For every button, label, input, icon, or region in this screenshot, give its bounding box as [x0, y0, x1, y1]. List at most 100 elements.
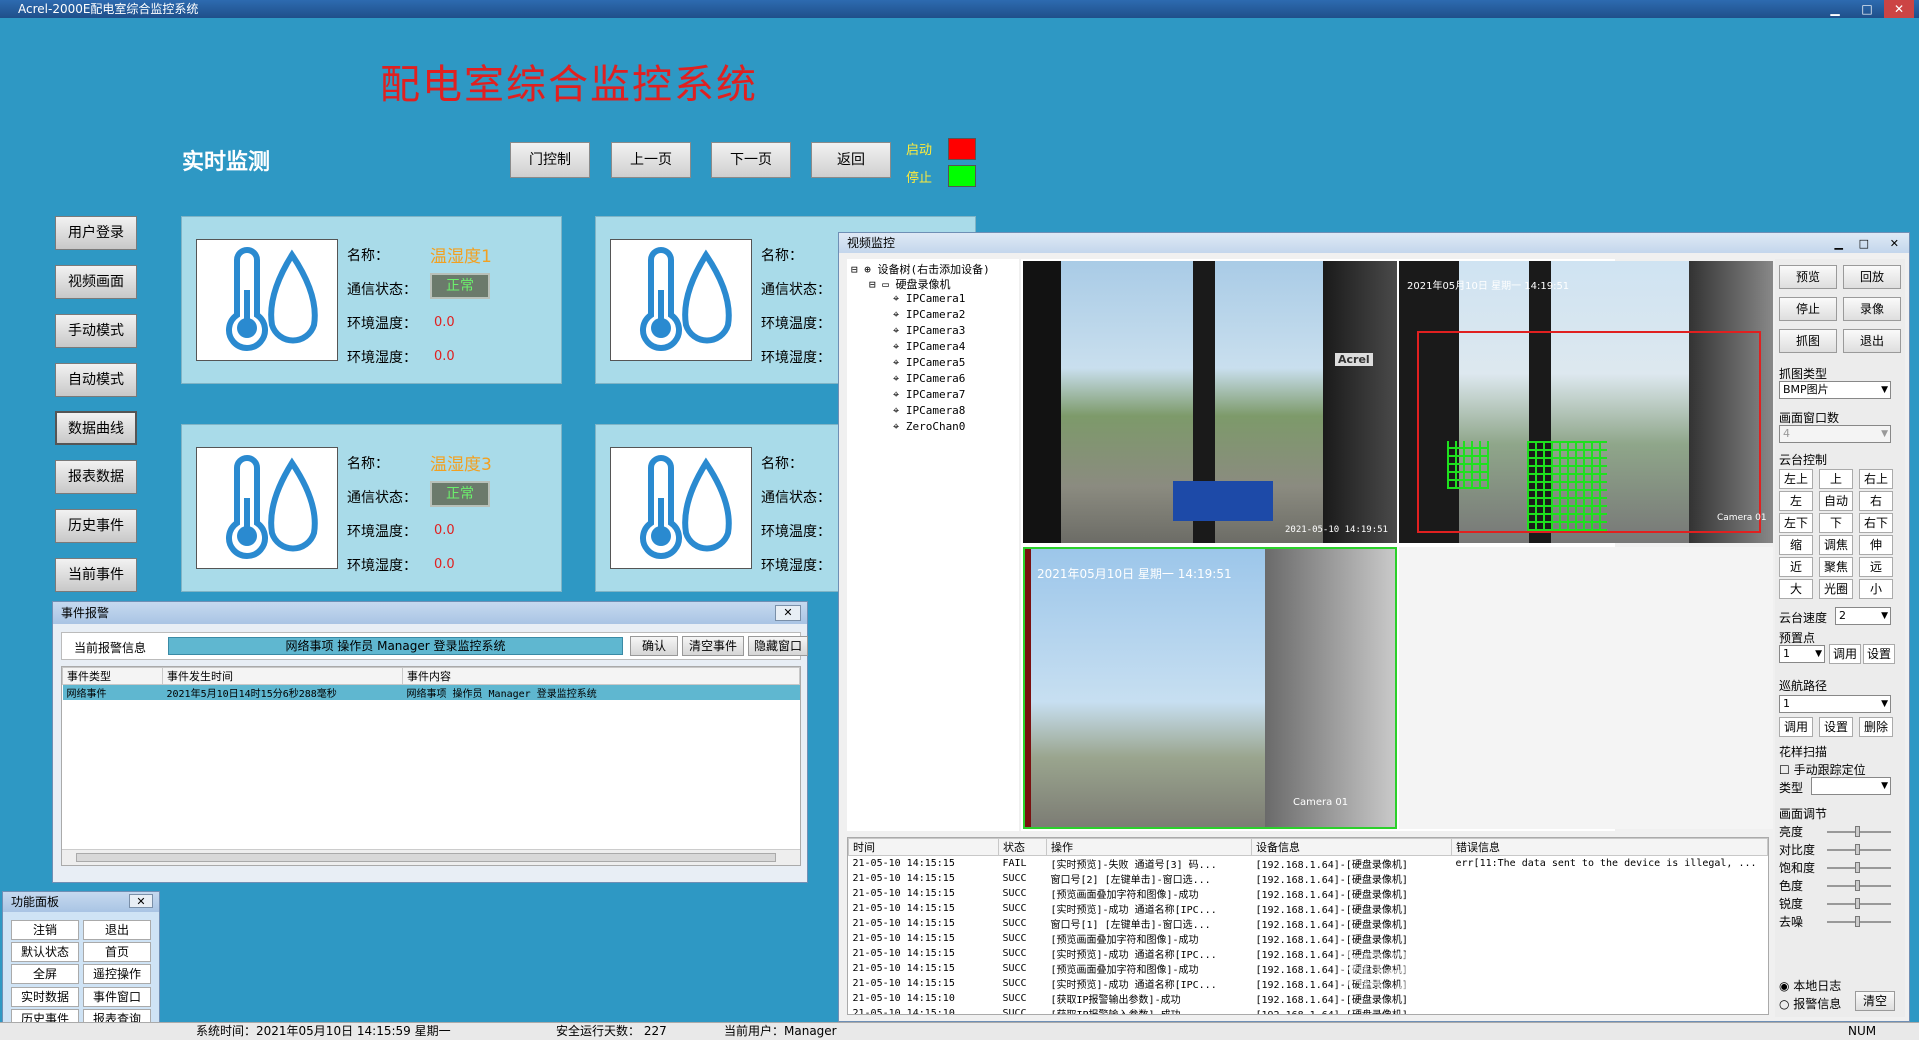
tree-camera-item[interactable]: ⌖ IPCamera3	[893, 324, 965, 338]
table-row[interactable]: 21-05-10 14:15:15 SUCC [预览画面叠加字符和图像]-成功 [19…	[849, 886, 1768, 901]
iris-label-button[interactable]: 光圈	[1819, 579, 1853, 599]
zoom-label-button[interactable]: 调焦	[1819, 535, 1853, 555]
stop-button[interactable]: 停止	[1779, 297, 1837, 321]
nav-video[interactable]: 视频画面	[55, 265, 137, 299]
column-header[interactable]: 状态	[998, 838, 1047, 856]
tree-camera-item[interactable]: ⌖ IPCamera7	[893, 388, 965, 402]
ptz-up-left-button[interactable]: 左上	[1779, 469, 1813, 489]
nav-user-login[interactable]: 用户登录	[55, 216, 137, 250]
iris-close-button[interactable]: 小	[1859, 579, 1893, 599]
record-button[interactable]: 录像	[1843, 297, 1901, 321]
ptz-speed-select[interactable]: 2	[1835, 607, 1891, 625]
default-state-button[interactable]: 默认状态	[11, 942, 79, 962]
tree-camera-item[interactable]: ⌖ IPCamera1	[893, 292, 965, 306]
focus-near-button[interactable]: 近	[1779, 557, 1813, 577]
alarm-info-radio[interactable]: ○ 报警信息	[1779, 995, 1841, 1012]
ptz-up-button[interactable]: 上	[1819, 469, 1853, 489]
exit-button[interactable]: 退出	[83, 920, 151, 940]
cruise-delete-button[interactable]: 删除	[1859, 717, 1893, 737]
focus-label-button[interactable]: 聚焦	[1819, 557, 1853, 577]
preset-select[interactable]: 1	[1779, 645, 1825, 663]
preset-call-button[interactable]: 调用	[1829, 644, 1861, 664]
table-row[interactable]: 21-05-10 14:15:15 SUCC 窗口号[1] [左键单击]-窗口选..…	[849, 916, 1768, 931]
column-header[interactable]: 操作	[1046, 838, 1252, 856]
sharpness-slider[interactable]	[1827, 898, 1891, 909]
camera-view-3[interactable]: 2021年05月10日 星期一 14:19:51 Camera 01	[1023, 547, 1397, 829]
table-row[interactable]: 21-05-10 14:15:15 SUCC 窗口号[2] [左键单击]-窗口选..…	[849, 871, 1768, 886]
ptz-down-right-button[interactable]: 右下	[1859, 513, 1893, 533]
capture-button[interactable]: 抓图	[1779, 329, 1837, 353]
close-icon[interactable]: ✕	[1884, 0, 1914, 18]
tree-camera-item[interactable]: ⌖ IPCamera5	[893, 356, 965, 370]
table-row[interactable]: 21-05-10 14:15:15 FAIL [实时预览]-失败 通道号[3] 码.…	[849, 856, 1768, 871]
ptz-down-left-button[interactable]: 左下	[1779, 513, 1813, 533]
realtime-data-button[interactable]: 实时数据	[11, 987, 79, 1007]
focus-far-button[interactable]: 远	[1859, 557, 1893, 577]
column-header[interactable]: 设备信息	[1251, 838, 1452, 856]
horizontal-scrollbar[interactable]	[62, 849, 800, 865]
clear-log-button[interactable]: 清空	[1855, 991, 1895, 1011]
tree-dvr[interactable]: ⊟ ▭ 硬盘录像机	[869, 276, 951, 292]
playback-button[interactable]: 回放	[1843, 265, 1901, 289]
tree-camera-item[interactable]: ⌖ IPCamera8	[893, 404, 965, 418]
ptz-down-button[interactable]: 下	[1819, 513, 1853, 533]
nav-current-events[interactable]: 当前事件	[55, 558, 137, 592]
cruise-call-button[interactable]: 调用	[1779, 717, 1813, 737]
confirm-button[interactable]: 确认	[630, 636, 678, 656]
event-window-button[interactable]: 事件窗口	[83, 987, 151, 1007]
camera-view-1[interactable]: Acrel 2021-05-10 14:19:51	[1023, 261, 1397, 543]
column-header[interactable]: 错误信息	[1451, 838, 1768, 856]
close-icon[interactable]: ✕	[775, 605, 801, 621]
capture-type-select[interactable]: BMP图片	[1779, 381, 1891, 399]
iris-open-button[interactable]: 大	[1779, 579, 1813, 599]
tree-camera-item[interactable]: ⌖ ZeroChan0	[893, 420, 965, 434]
clear-events-button[interactable]: 清空事件	[682, 636, 744, 656]
minimize-icon[interactable]: ▁	[1835, 234, 1843, 254]
zoom-out-button[interactable]: 缩	[1779, 535, 1813, 555]
camera-view-4[interactable]	[1399, 547, 1773, 829]
minimize-icon[interactable]: ▁	[1820, 0, 1850, 18]
brightness-slider[interactable]	[1827, 826, 1891, 837]
maximize-icon[interactable]: □	[1859, 234, 1869, 254]
tree-root[interactable]: ⊟ ⊕ 设备树(右击添加设备)	[851, 261, 990, 277]
maximize-icon[interactable]: □	[1852, 0, 1882, 18]
saturation-slider[interactable]	[1827, 862, 1891, 873]
camera-view-2[interactable]: 2021年05月10日 星期一 14:19:51 Camera 01	[1399, 261, 1773, 543]
cruise-select[interactable]: 1	[1779, 695, 1891, 713]
cruise-set-button[interactable]: 设置	[1819, 717, 1853, 737]
nav-report-data[interactable]: 报表数据	[55, 460, 137, 494]
tree-camera-item[interactable]: ⌖ IPCamera2	[893, 308, 965, 322]
manual-track-checkbox[interactable]: ☐ 手动跟踪定位	[1779, 761, 1866, 778]
table-row[interactable]: 网络事件 2021年5月10日14时15分6秒288毫秒 网络事项 操作员 Ma…	[62, 684, 800, 700]
nav-manual-mode[interactable]: 手动模式	[55, 314, 137, 348]
preset-set-button[interactable]: 设置	[1863, 644, 1895, 664]
type-select[interactable]	[1811, 777, 1891, 795]
column-header[interactable]: 事件内容	[402, 667, 800, 685]
close-icon[interactable]: ✕	[129, 894, 153, 908]
ptz-up-right-button[interactable]: 右上	[1859, 469, 1893, 489]
prev-page-button[interactable]: 上一页	[611, 142, 691, 178]
local-log-radio[interactable]: ◉ 本地日志	[1779, 977, 1841, 994]
table-row[interactable]: 21-05-10 14:15:15 SUCC [实时预览]-成功 通道名称[IPC.…	[849, 901, 1768, 916]
ptz-auto-button[interactable]: 自动	[1819, 491, 1853, 511]
nav-auto-mode[interactable]: 自动模式	[55, 363, 137, 397]
next-page-button[interactable]: 下一页	[711, 142, 791, 178]
exit-button[interactable]: 退出	[1843, 329, 1901, 353]
home-button[interactable]: 首页	[83, 942, 151, 962]
fullscreen-button[interactable]: 全屏	[11, 964, 79, 984]
hue-slider[interactable]	[1827, 880, 1891, 891]
remote-control-button[interactable]: 遥控操作	[83, 964, 151, 984]
nav-history-events[interactable]: 历史事件	[55, 509, 137, 543]
contrast-slider[interactable]	[1827, 844, 1891, 855]
denoise-slider[interactable]	[1827, 916, 1891, 927]
ptz-left-button[interactable]: 左	[1779, 491, 1813, 511]
preview-button[interactable]: 预览	[1779, 265, 1837, 289]
back-button[interactable]: 返回	[811, 142, 891, 178]
column-header[interactable]: 时间	[848, 838, 999, 856]
window-count-select[interactable]: 4	[1779, 425, 1891, 443]
table-row[interactable]: 21-05-10 14:15:10 SUCC [获取IP报警输入参数]-成功[192…	[849, 1006, 1768, 1014]
tree-camera-item[interactable]: ⌖ IPCamera4	[893, 340, 965, 354]
ptz-right-button[interactable]: 右	[1859, 491, 1893, 511]
zoom-in-button[interactable]: 伸	[1859, 535, 1893, 555]
nav-data-curve[interactable]: 数据曲线	[55, 411, 137, 445]
